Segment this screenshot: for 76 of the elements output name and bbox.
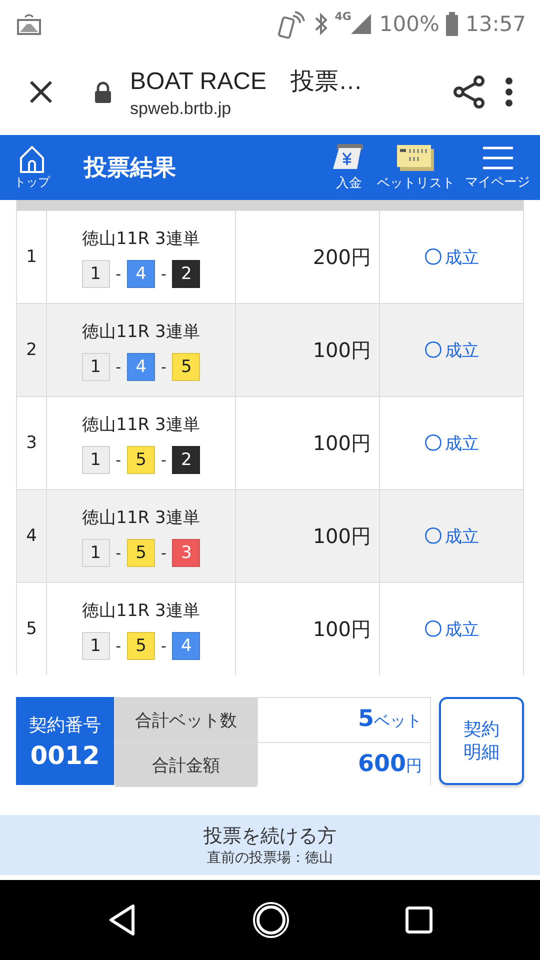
bet-number: 5 xyxy=(17,583,47,675)
separator-dash: - xyxy=(161,544,166,562)
separator-dash: - xyxy=(161,450,166,468)
separator-dash: - xyxy=(116,358,121,376)
contract-detail-button[interactable]: 契約明細 xyxy=(439,697,524,785)
result-status: 成立 xyxy=(445,246,479,268)
home-icon[interactable] xyxy=(252,901,290,939)
battery-icon xyxy=(445,11,460,37)
race-name: 徳山11R 3連単 xyxy=(82,228,200,250)
boat-number: 4 xyxy=(127,352,155,380)
home-button[interactable]: トップ xyxy=(14,144,50,190)
result-status: 成立 xyxy=(445,432,479,454)
screen-title: 投票結果 xyxy=(84,154,176,183)
network-label: 4G xyxy=(334,10,352,23)
separator-dash: - xyxy=(116,636,121,654)
boat-number: 1 xyxy=(82,352,110,380)
boat-number: 5 xyxy=(127,632,155,660)
boat-number: 1 xyxy=(82,632,110,660)
battery-percent: 100% xyxy=(379,12,440,36)
boat-number: 5 xyxy=(127,446,155,474)
screen-cast-icon xyxy=(16,11,42,37)
separator-dash: - xyxy=(161,264,166,282)
count-value: 5ベット xyxy=(258,698,430,742)
separator-dash: - xyxy=(161,358,166,376)
result-status: 成立 xyxy=(445,526,479,548)
lock-icon xyxy=(94,80,112,102)
boat-number: 1 xyxy=(82,446,110,474)
result-status: 成立 xyxy=(445,340,479,362)
result-mark: 〇 xyxy=(424,246,442,269)
last-venue: 直前の投票場：徳山 xyxy=(207,849,333,867)
total-value: 600円 xyxy=(258,743,430,787)
boat-number: 3 xyxy=(172,538,200,566)
count-label: 合計ベット数 xyxy=(115,698,257,742)
separator-dash: - xyxy=(116,544,121,562)
separator-dash: - xyxy=(116,450,121,468)
result-status: 成立 xyxy=(445,618,479,640)
back-icon[interactable] xyxy=(107,903,138,937)
boat-number: 5 xyxy=(172,352,200,380)
home-icon xyxy=(19,144,45,172)
clock: 13:57 xyxy=(465,12,526,36)
boat-number: 4 xyxy=(172,632,200,660)
race-name: 徳山11R 3連単 xyxy=(82,414,200,436)
bet-list-button[interactable]: ベットリスト xyxy=(377,143,455,192)
contract-label: 契約番号 xyxy=(29,714,101,736)
boat-number: 2 xyxy=(172,260,200,288)
my-page-button[interactable]: マイページ xyxy=(465,144,530,191)
result-mark: 〇 xyxy=(424,339,442,362)
result-mark: 〇 xyxy=(424,618,442,641)
result-mark: 〇 xyxy=(424,432,442,455)
race-name: 徳山11R 3連単 xyxy=(82,320,200,342)
ticket-icon xyxy=(396,143,436,173)
bluetooth-icon xyxy=(312,11,329,37)
contract-number: 0012 xyxy=(30,740,100,770)
separator-dash: - xyxy=(161,636,166,654)
deposit-button[interactable]: 入金 xyxy=(331,143,367,192)
race-name: 徳山11R 3連単 xyxy=(82,600,200,622)
page-title: BOAT RACE 投票… xyxy=(130,66,364,96)
boat-number: 1 xyxy=(82,260,110,288)
separator-dash: - xyxy=(116,264,121,282)
signal-icon xyxy=(349,12,374,36)
phone-icon xyxy=(276,9,307,39)
continue-title: 投票を続ける方 xyxy=(204,824,336,849)
page-url: spweb.brtb.jp xyxy=(130,98,232,118)
bet-amount: 100円 xyxy=(236,583,380,675)
total-label: 合計金額 xyxy=(115,743,257,787)
more-icon[interactable] xyxy=(504,76,514,106)
result-mark: 〇 xyxy=(424,525,442,548)
race-name: 徳山11R 3連単 xyxy=(82,506,200,528)
boat-number: 2 xyxy=(172,446,200,474)
close-icon[interactable] xyxy=(28,78,54,104)
share-icon[interactable] xyxy=(452,74,486,108)
boat-number: 1 xyxy=(82,538,110,566)
boat-number: 5 xyxy=(127,538,155,566)
recents-icon[interactable] xyxy=(404,906,433,934)
boat-number: 4 xyxy=(127,260,155,288)
menu-icon xyxy=(480,144,514,172)
